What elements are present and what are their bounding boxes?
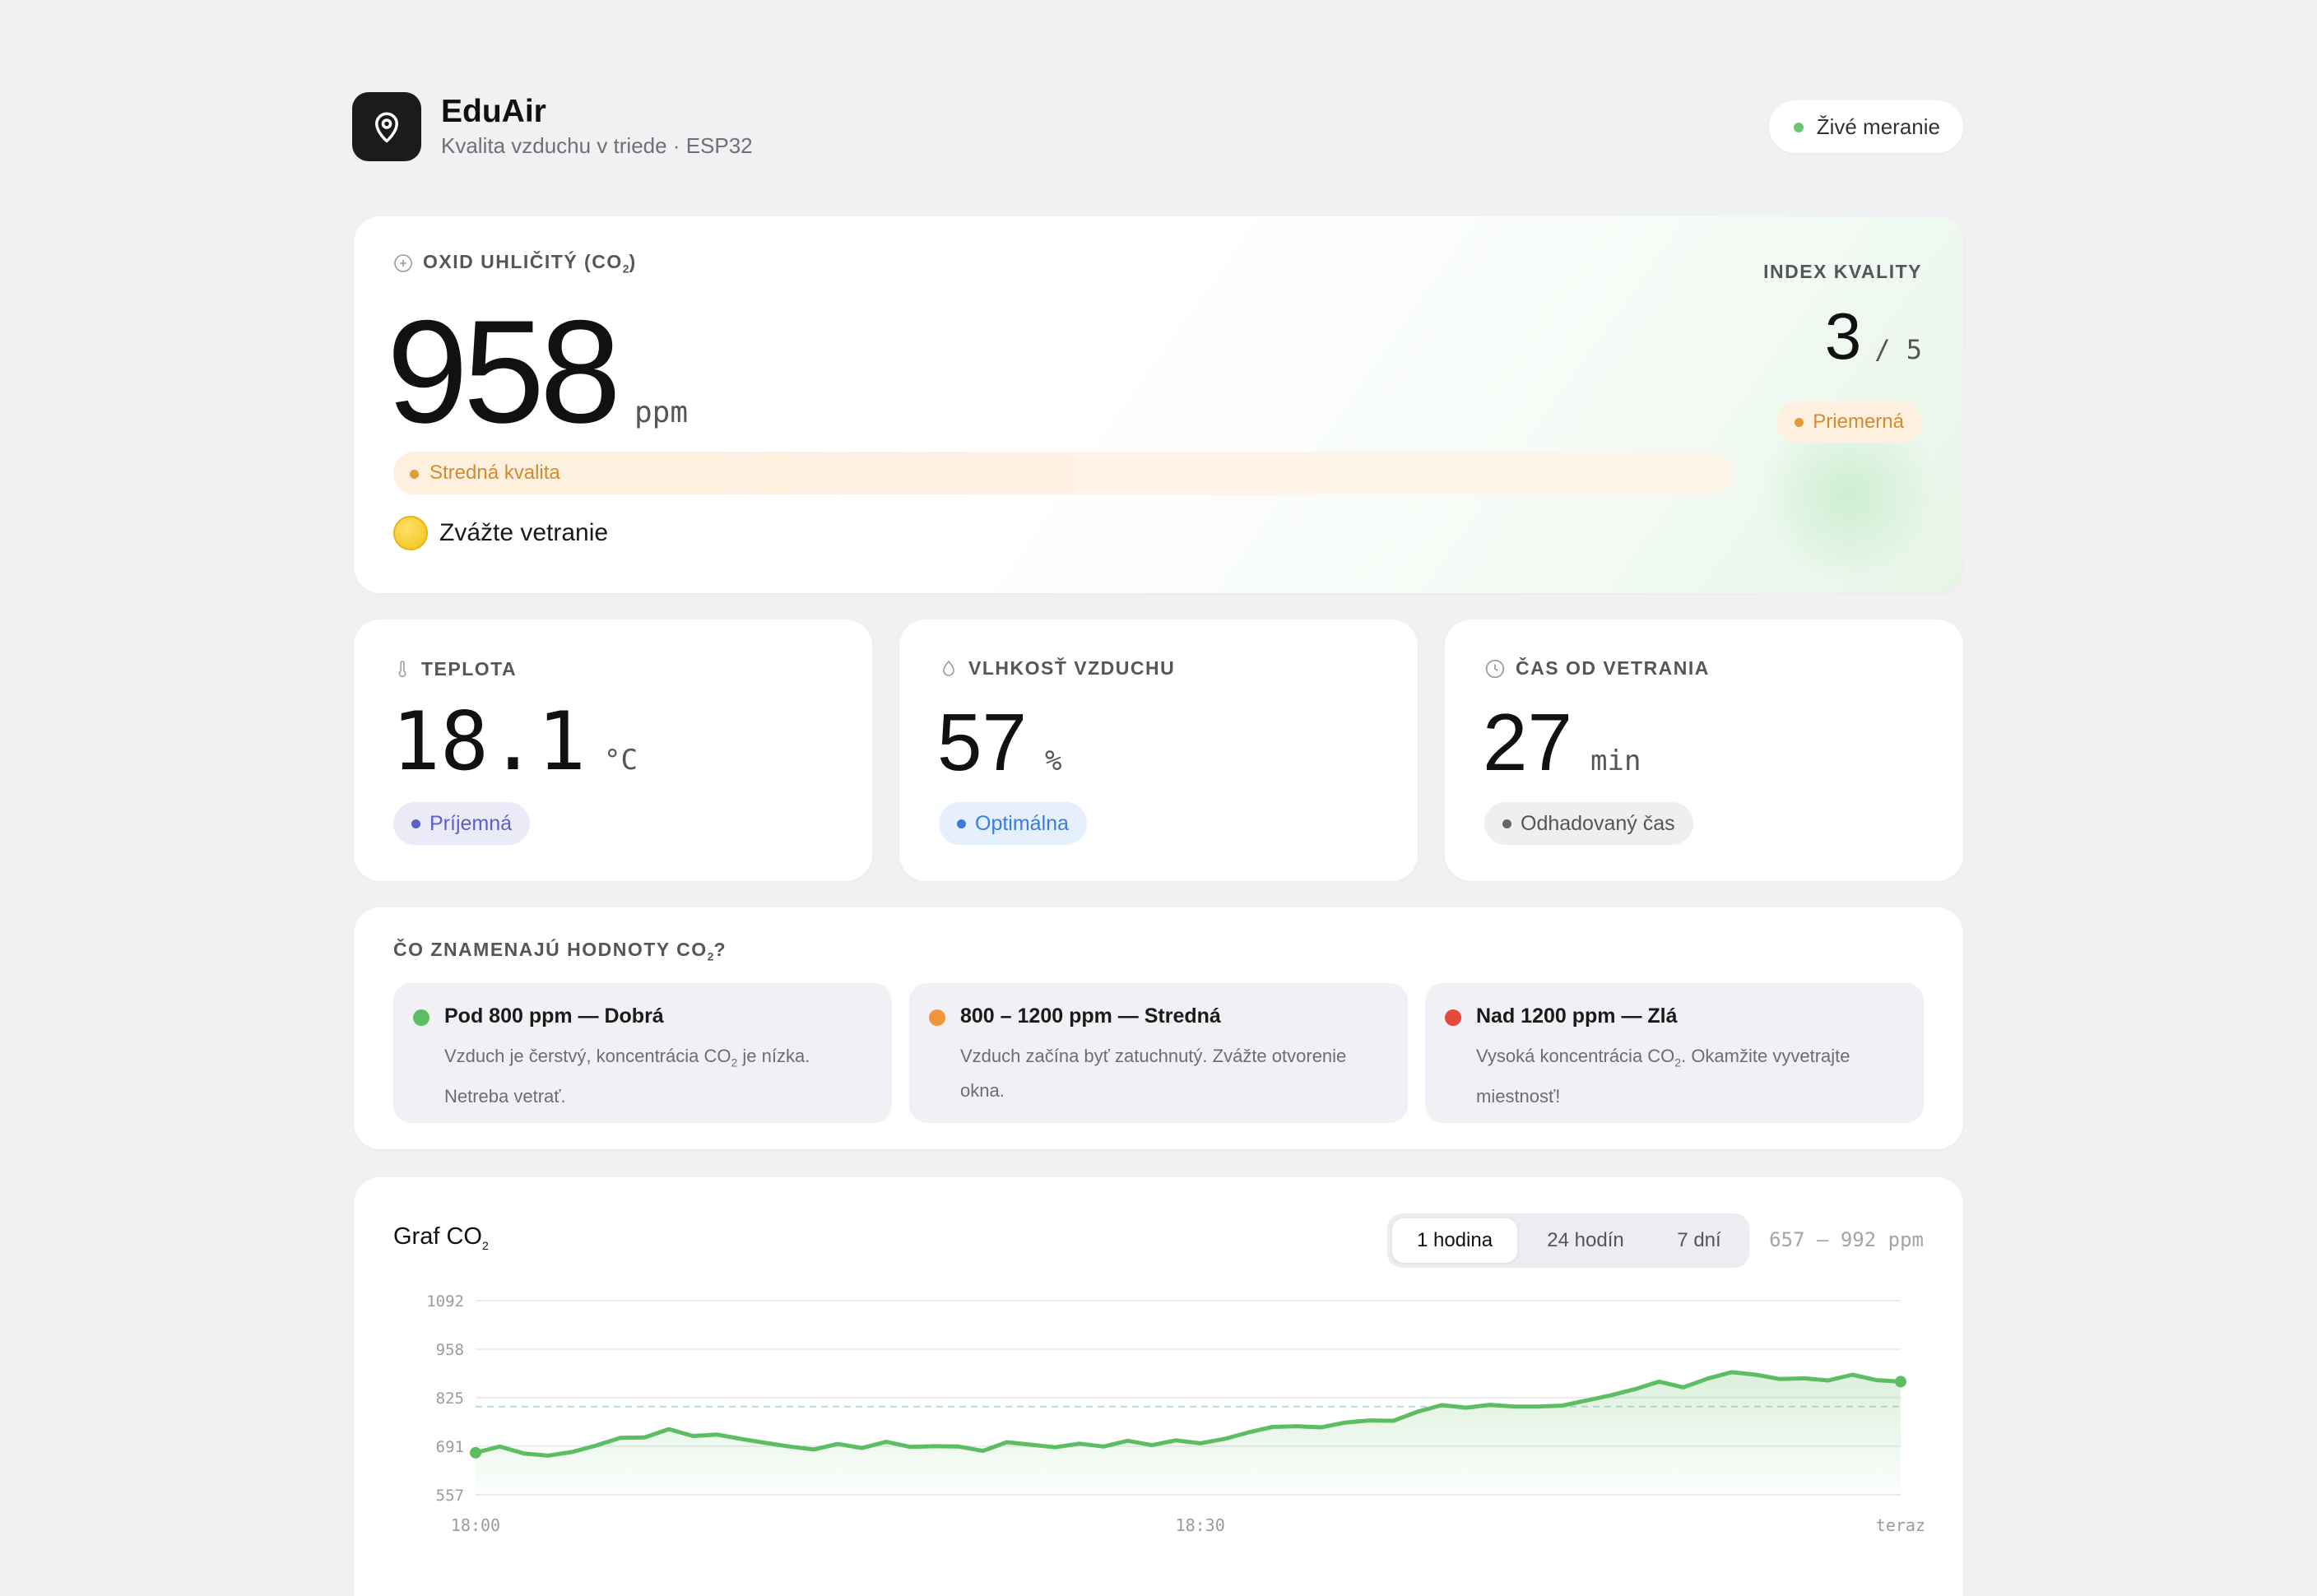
co2-reading: 958 ppm [387, 299, 688, 445]
advice-text: Zvážte vetranie [439, 519, 609, 546]
status-dot-icon [1502, 819, 1511, 828]
live-status-label: Živé meranie [1816, 114, 1940, 139]
tab-1-hour[interactable]: 1 hodina [1392, 1218, 1517, 1263]
chart-title: Graf CO2 [393, 1223, 489, 1252]
green-dot-icon [413, 1009, 430, 1026]
co2-unit: ppm [634, 396, 689, 429]
app-subtitle: Kvalita vzduchu v triede · ESP32 [441, 133, 753, 158]
co2-label: OXID UHLIČITÝ (CO2) [393, 251, 637, 276]
legend-item-title: Nad 1200 ppm — Zlá [1476, 1004, 1678, 1028]
y-tick-label: 1092 [426, 1292, 464, 1311]
temperature-unit: °C [604, 744, 638, 777]
legend-item-title: Pod 800 ppm — Dobrá [444, 1004, 664, 1028]
legend-item-text: Vzduch je čerstvý, koncentrácia CO2 je n… [444, 1046, 810, 1107]
legend-item-text: Vzduch začína byť zatuchnutý. Zvážte otv… [960, 1046, 1347, 1101]
legend-title: ČO ZNAMENAJÚ HODNOTY CO2? [393, 939, 727, 963]
legend-item-medium: 800 – 1200 ppm — Stredná Vzduch začína b… [909, 983, 1408, 1123]
humidity-value: 57 [937, 697, 1028, 787]
co2-chart: 557 691 825 958 1092 18:00 18:30 teraz [426, 1292, 1925, 1535]
ventilation-unit: min [1590, 745, 1641, 777]
legend-item-bad: Nad 1200 ppm — Zlá Vysoká koncentrácia C… [1425, 983, 1924, 1123]
temperature-status: Príjemná [430, 811, 513, 835]
quality-dot-icon [410, 470, 419, 479]
orange-dot-icon [929, 1009, 945, 1026]
y-tick-label: 825 [436, 1390, 464, 1408]
location-pin-icon [352, 92, 421, 161]
ventilation-label: ČAS OD VETRANIA [1516, 657, 1710, 679]
humidity-status-badge: Optimálna [939, 802, 1087, 845]
yellow-circle-icon [393, 516, 428, 550]
ventilation-card: ČAS OD VETRANIA 27 min Odhadovaný čas [1445, 619, 1963, 881]
tab-24-hours[interactable]: 24 hodín [1524, 1218, 1647, 1263]
co2-legend-card: ČO ZNAMENAJÚ HODNOTY CO2? Pod 800 ppm — … [354, 907, 1963, 1149]
co2-value: 958 [387, 290, 621, 453]
index-score: 3 [1824, 299, 1862, 373]
humidity-label: VLHKOSŤ VZDUCHU [968, 657, 1176, 679]
index-label: INDEX KVALITY [1763, 261, 1922, 282]
y-tick-label: 691 [436, 1438, 464, 1456]
temperature-value: 18.1 [392, 695, 587, 789]
temperature-card: TEPLOTA 18.1 °C Príjemná [354, 619, 872, 881]
end-point [1895, 1376, 1906, 1388]
co2-quality-label: Stredná kvalita [430, 462, 560, 484]
status-dot-icon [957, 819, 966, 828]
legend-item-text: Vysoká koncentrácia CO2. Okamžite vyvetr… [1476, 1046, 1850, 1107]
index-value: 3 / 5 [1825, 299, 1922, 374]
chart-range: 657 – 992 ppm [1769, 1228, 1924, 1251]
thermometer-icon [398, 661, 406, 678]
advice-row: Zvážte vetranie [393, 516, 608, 550]
x-tick-label: 18:00 [451, 1515, 500, 1535]
live-dot-icon [1793, 123, 1804, 132]
co2-hero-card: OXID UHLIČITÝ (CO2) 958 ppm Stredná kval… [354, 216, 1963, 593]
co2-quality-bar: Stredná kvalita [393, 452, 1734, 494]
droplet-icon [943, 660, 954, 676]
ventilation-status: Odhadovaný čas [1521, 811, 1675, 835]
ventilation-status-badge: Odhadovaný čas [1484, 802, 1693, 845]
humidity-card: VLHKOSŤ VZDUCHU 57 % Optimálna [899, 619, 1418, 881]
plus-circle-icon [394, 253, 412, 272]
y-tick-label: 557 [436, 1487, 464, 1505]
app-header: EduAir Kvalita vzduchu v triede · ESP32 … [352, 92, 1963, 163]
co2-chart-card: Graf CO2 1 hodina 24 hodín 7 dní 657 – 9… [354, 1177, 1963, 1596]
legend-item-title: 800 – 1200 ppm — Stredná [960, 1004, 1221, 1028]
humidity-status: Optimálna [975, 811, 1069, 835]
status-dot-icon [1795, 418, 1804, 427]
status-dot-icon [411, 819, 420, 828]
temperature-status-badge: Príjemná [393, 802, 531, 845]
clock-icon [1485, 659, 1505, 678]
start-point [470, 1446, 481, 1459]
index-status-badge: Priemerná [1776, 401, 1922, 443]
tab-7-days[interactable]: 7 dní [1654, 1218, 1744, 1263]
legend-item-good: Pod 800 ppm — Dobrá Vzduch je čerstvý, k… [393, 983, 892, 1123]
x-tick-label: teraz [1876, 1515, 1925, 1535]
index-status-label: Priemerná [1813, 411, 1904, 433]
live-status-badge: Živé meranie [1768, 100, 1963, 153]
index-max: / 5 [1874, 334, 1922, 365]
ventilation-value: 27 [1483, 697, 1573, 787]
time-range-switch: 1 hodina 24 hodín 7 dní [1387, 1213, 1749, 1268]
y-tick-label: 958 [436, 1341, 464, 1359]
app-title: EduAir [441, 94, 546, 129]
x-tick-label: 18:30 [1176, 1515, 1225, 1535]
red-dot-icon [1445, 1009, 1461, 1026]
temperature-label: TEPLOTA [421, 657, 518, 680]
humidity-unit: % [1045, 745, 1062, 777]
